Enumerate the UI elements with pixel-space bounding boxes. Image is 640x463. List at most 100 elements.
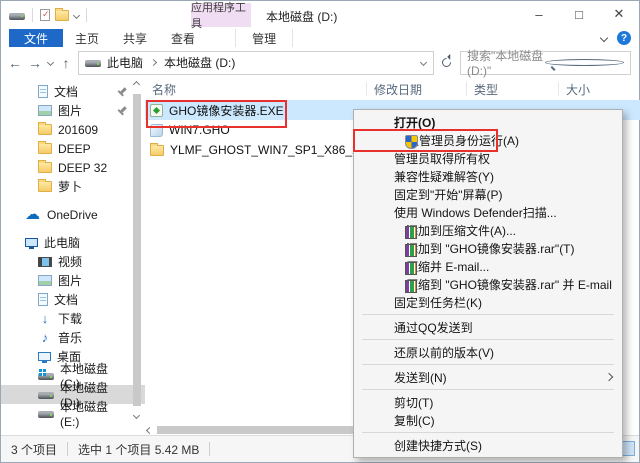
sidebar-item[interactable]: 201609 — [1, 120, 145, 139]
pic-icon — [38, 275, 52, 286]
address-dropdown-icon[interactable] — [419, 58, 428, 67]
sidebar-item[interactable]: 萝卜 — [1, 177, 145, 196]
menu-item-label: 复制(C) — [394, 413, 435, 428]
context-menu-item[interactable]: 发送到(N) — [354, 368, 622, 386]
menu-item-label: 以管理员身份运行(A) — [407, 133, 519, 148]
maximize-icon[interactable]: □ — [559, 1, 599, 27]
menu-item-label: 发送到(N) — [394, 370, 447, 385]
sidebar-item[interactable]: ☁ OneDrive — [1, 205, 145, 224]
refresh-icon[interactable] — [436, 56, 456, 69]
context-menu-item[interactable]: 固定到"开始"屏幕(P) — [354, 185, 622, 203]
items-count: 3 个项目 — [11, 442, 58, 457]
quick-access-toolbar — [1, 7, 89, 22]
pic-icon — [38, 105, 52, 116]
minimize-icon[interactable]: – — [519, 1, 559, 27]
context-menu-item[interactable]: 创建快捷方式(S) — [354, 436, 622, 454]
sidebar-scrollbar[interactable] — [131, 78, 143, 422]
recent-locations-icon[interactable] — [46, 58, 55, 67]
context-menu-item[interactable]: 通过QQ发送到 — [354, 318, 622, 336]
column-header[interactable]: 名称 — [145, 78, 367, 100]
sidebar-item[interactable]: ↓ 下载 — [1, 309, 145, 328]
search-input[interactable]: 搜索"本地磁盘 (D:)" — [460, 49, 631, 78]
menu-item-label: 通过QQ发送到 — [394, 320, 473, 335]
context-menu-item[interactable]: 添加到压缩文件(A)... — [354, 221, 622, 239]
menu-item-label: 添加到压缩文件(A)... — [406, 223, 516, 238]
back-icon[interactable]: ← — [5, 56, 25, 70]
scrollbar-thumb[interactable] — [133, 94, 141, 406]
column-header[interactable]: 修改日期 — [367, 78, 467, 100]
breadcrumb-item[interactable]: 此电脑 — [107, 54, 143, 71]
breadcrumb-item[interactable]: 本地磁盘 (D:) — [164, 54, 235, 71]
context-menu-item[interactable]: 添加到 "GHO镜像安装器.rar"(T) — [354, 239, 622, 257]
context-menu-item[interactable]: 以管理员身份运行(A) — [353, 129, 622, 152]
submenu-arrow-icon — [604, 372, 614, 382]
window-title: 本地磁盘 (D:) — [266, 10, 338, 24]
sidebar-item[interactable]: 本地磁盘 (E:) — [1, 400, 145, 429]
breadcrumb[interactable]: 此电脑 本地磁盘 (D:) — [78, 50, 434, 75]
sidebar-item[interactable]: 此电脑 — [1, 233, 145, 252]
context-menu-item[interactable]: 还原以前的版本(V) — [354, 343, 622, 361]
sidebar-item[interactable]: ♪ 音乐 — [1, 328, 145, 347]
menu-separator — [362, 364, 614, 365]
sidebar-item[interactable]: 文档 — [1, 290, 145, 309]
menu-item-label: 压缩到 "GHO镜像安装器.rar" 并 E-mail — [406, 277, 612, 292]
context-menu-item[interactable]: 压缩到 "GHO镜像安装器.rar" 并 E-mail — [354, 275, 622, 293]
selection-info: 选中 1 个项目 5.42 MB — [78, 442, 200, 457]
tab-view[interactable]: 查看 — [159, 29, 207, 47]
up-icon[interactable]: ↑ — [56, 56, 76, 70]
context-menu-item[interactable]: 压缩并 E-mail... — [354, 257, 622, 275]
shield-icon — [405, 135, 418, 149]
new-folder-icon[interactable] — [55, 7, 69, 21]
desktop-icon — [38, 352, 51, 363]
scroll-down-icon[interactable] — [132, 411, 141, 420]
pc-icon — [25, 238, 38, 249]
drive-icon — [85, 60, 101, 67]
context-menu-item[interactable]: 兼容性疑难解答(Y) — [354, 167, 622, 185]
sidebar-item[interactable]: 视频 — [1, 252, 145, 271]
context-menu-item[interactable]: 剪切(T) — [354, 393, 622, 411]
breadcrumb-separator-icon — [149, 58, 158, 67]
menu-separator — [362, 314, 614, 315]
properties-check-icon[interactable] — [40, 9, 50, 21]
ribbon-collapse-icon[interactable] — [599, 33, 609, 43]
context-menu-item[interactable]: 复制(C) — [354, 411, 622, 429]
tab-home[interactable]: 主页 — [63, 29, 111, 47]
sidebar-item-label: 萝卜 — [58, 180, 83, 194]
column-header[interactable]: 类型 — [467, 78, 559, 100]
video-icon — [38, 256, 52, 267]
column-header[interactable]: 大小 — [559, 78, 640, 100]
folder-icon — [150, 142, 164, 156]
sidebar-item[interactable]: 文档 — [1, 82, 145, 101]
context-menu-item[interactable]: 使用 Windows Defender扫描... — [354, 203, 622, 221]
context-menu-item[interactable]: 管理员取得所有权 — [354, 149, 622, 167]
divider — [86, 8, 87, 22]
rar-icon — [405, 243, 417, 257]
scroll-up-icon[interactable] — [132, 80, 141, 89]
tab-share[interactable]: 共享 — [111, 29, 159, 47]
sidebar-item[interactable]: 图片 — [1, 271, 145, 290]
tab-manage[interactable]: 管理 — [235, 29, 294, 47]
sidebar-item[interactable]: 图片 — [1, 101, 145, 120]
address-bar: ← → ↑ 此电脑 本地磁盘 (D:) 搜索"本地磁盘 (D:)" — [1, 47, 639, 79]
menu-item-label: 使用 Windows Defender扫描... — [394, 205, 557, 220]
context-menu-item[interactable]: 固定到任务栏(K) — [354, 293, 622, 311]
qat-dropdown-icon[interactable] — [72, 11, 81, 19]
sidebar-item-label: 图片 — [58, 104, 83, 118]
menu-item-label: 创建快捷方式(S) — [394, 438, 482, 453]
tab-file[interactable]: 文件 — [9, 29, 64, 47]
scroll-left-icon[interactable] — [145, 426, 154, 434]
menu-item-label: 兼容性疑难解答(Y) — [394, 169, 494, 184]
sidebar-item-label: 201609 — [58, 122, 99, 137]
sidebar-item[interactable]: DEEP — [1, 139, 145, 158]
context-menu-item[interactable]: 打开(O) — [354, 113, 622, 131]
sidebar-item-label: 文档 — [54, 293, 79, 307]
close-icon[interactable]: ✕ — [599, 1, 639, 27]
help-icon[interactable]: ? — [617, 31, 631, 45]
sidebar-item-label: DEEP 32 — [58, 160, 108, 175]
sidebar-item-label: 本地磁盘 (E:) — [60, 400, 109, 429]
menu-separator — [362, 339, 614, 340]
pin-icon — [116, 104, 129, 117]
forward-icon[interactable]: → — [25, 56, 45, 70]
sidebar-item[interactable]: DEEP 32 — [1, 158, 145, 177]
divider — [67, 442, 69, 456]
